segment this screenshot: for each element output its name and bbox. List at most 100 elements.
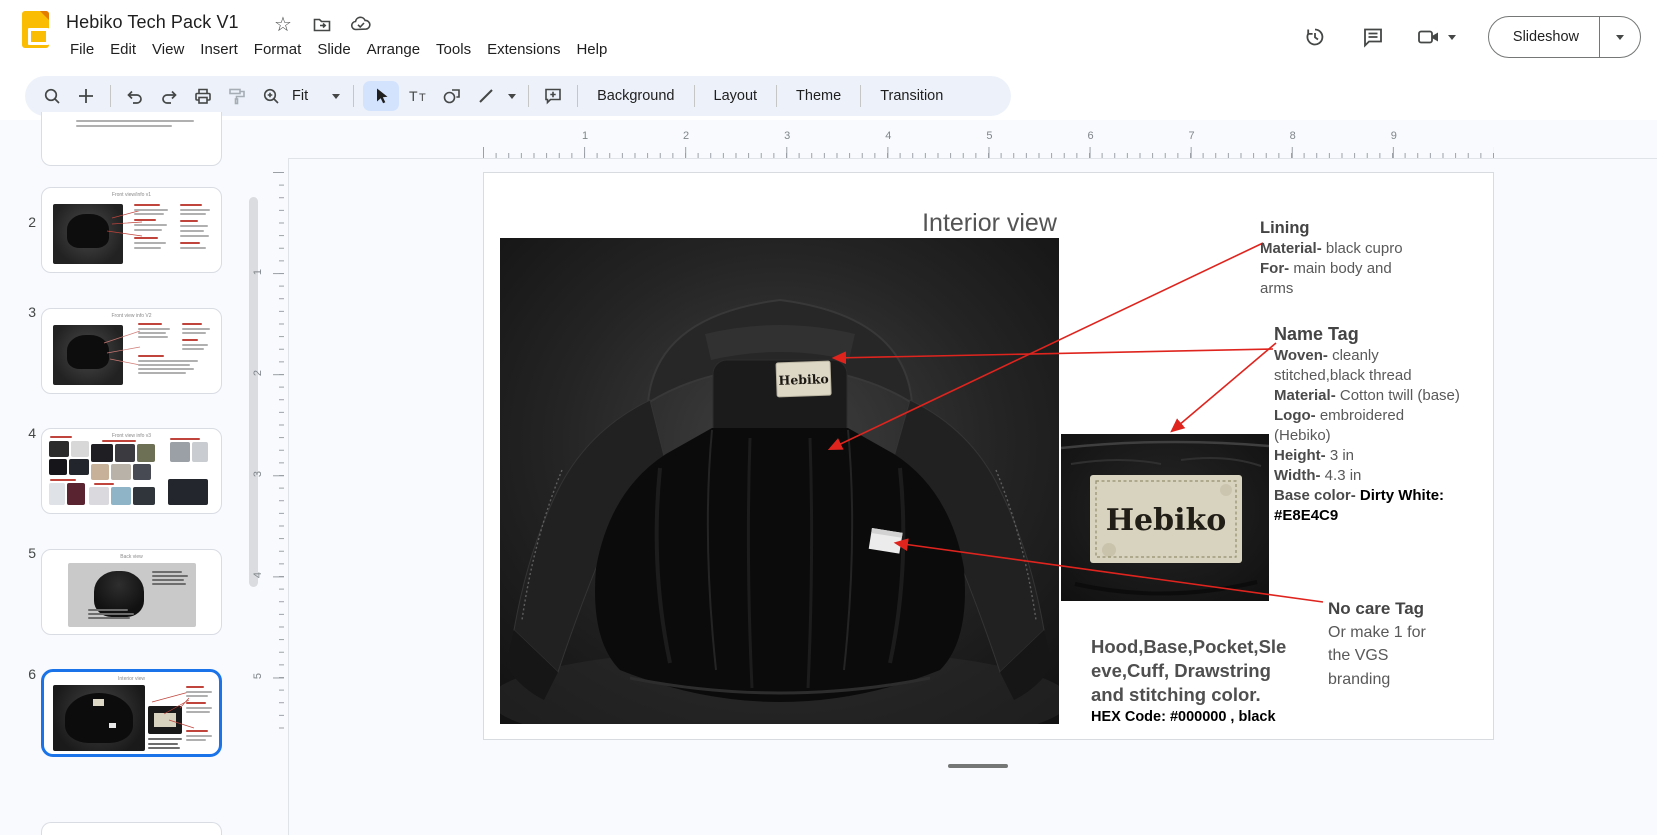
text-line: #E8E4C9 — [1274, 506, 1492, 526]
text-segment: Dirty White: — [1356, 487, 1444, 504]
text-line: eve,Cuff, Drawstring — [1091, 659, 1321, 683]
line-tool[interactable] — [471, 81, 501, 111]
menu-item[interactable]: Arrange — [359, 37, 428, 62]
zoom-select[interactable]: Fit — [288, 88, 346, 104]
text-segment: Logo- — [1274, 407, 1316, 424]
annotation-heading: Name Tag — [1274, 322, 1492, 346]
thumbnail-title: Front view info V2 — [42, 313, 221, 319]
ruler-tick-label: 1 — [579, 130, 591, 142]
thumbnail-number: 2 — [14, 214, 36, 230]
zoom-icon[interactable] — [256, 81, 286, 111]
shape-tool[interactable] — [437, 81, 467, 111]
vertical-ruler-numbers: 12345 — [255, 172, 269, 740]
name-tag-annotation[interactable]: Name Tag Woven- cleanlystitched,black th… — [1274, 322, 1492, 526]
annotation-heading: Lining — [1260, 217, 1430, 239]
star-icon[interactable]: ☆ — [272, 13, 294, 35]
slideshow-options-caret[interactable] — [1599, 16, 1640, 58]
paint-format-icon[interactable] — [222, 81, 252, 111]
color-note-annotation[interactable]: Hood,Base,Pocket,Sleeve,Cuff, Drawstring… — [1091, 635, 1321, 728]
slide-thumbnail-1-partial[interactable] — [41, 112, 222, 166]
thumbnail-title: Back view — [42, 554, 221, 560]
menu-item[interactable]: Format — [246, 37, 310, 62]
comments-icon[interactable] — [1360, 24, 1386, 50]
menu-item[interactable]: Slide — [309, 37, 358, 62]
slide-thumbnail-5[interactable]: Back view — [41, 549, 222, 635]
text-segment: Base color- — [1274, 487, 1356, 504]
lining-annotation[interactable]: Lining Material- black cuproFor- main bo… — [1260, 217, 1430, 299]
new-slide-button[interactable] — [71, 81, 101, 111]
text-segment: Material- — [1274, 387, 1336, 404]
horizontal-ruler-numbers: 123456789 — [483, 130, 1494, 144]
arrow-name-tag — [834, 349, 1273, 358]
slide-thumbnail-3[interactable]: Front view info V2 — [41, 308, 222, 394]
move-folder-icon[interactable] — [311, 13, 333, 35]
ruler-tick-label: 4 — [252, 572, 264, 578]
menu-item[interactable]: Insert — [192, 37, 246, 62]
thumbnail-number: 5 — [14, 545, 36, 561]
text-segment: the VGS — [1328, 647, 1388, 664]
transition-button[interactable]: Transition — [868, 88, 955, 104]
ruler-tick-label: 4 — [882, 130, 894, 142]
background-button[interactable]: Background — [585, 88, 686, 104]
select-tool[interactable] — [363, 81, 399, 111]
text-line: branding — [1328, 668, 1478, 692]
text-segment: For- — [1260, 260, 1289, 277]
ruler-tick-label: 3 — [781, 130, 793, 142]
slideshow-button[interactable]: Slideshow — [1488, 16, 1641, 58]
meet-dropdown-caret[interactable] — [1442, 24, 1462, 50]
menu-item[interactable]: Extensions — [479, 37, 568, 62]
thumbnail-number: 6 — [14, 666, 36, 682]
slideshow-label: Slideshow — [1489, 29, 1599, 45]
search-menus-icon[interactable] — [37, 81, 67, 111]
layout-button[interactable]: Layout — [702, 88, 770, 104]
text-line: arms — [1260, 279, 1430, 299]
version-history-icon[interactable] — [1302, 24, 1328, 50]
text-line: Width- 4.3 in — [1274, 466, 1492, 486]
text-line: and stitching color. — [1091, 683, 1321, 707]
arrow-no-care-tag — [896, 543, 1323, 602]
text-line: stitched,black thread — [1274, 366, 1492, 386]
ruler-tick-label: 2 — [252, 370, 264, 376]
menu-item[interactable]: Edit — [102, 37, 144, 62]
meet-camera-icon[interactable] — [1416, 24, 1442, 50]
menu-item[interactable]: File — [62, 37, 102, 62]
titlebar: Hebiko Tech Pack V1 ☆ FileEditViewInsert… — [0, 0, 1657, 66]
slides-logo-icon[interactable] — [22, 11, 49, 48]
text-segment: Material- — [1260, 240, 1322, 257]
document-title[interactable]: Hebiko Tech Pack V1 — [66, 12, 239, 33]
undo-button[interactable] — [120, 81, 150, 111]
text-line: Material- Cotton twill (base) — [1274, 386, 1492, 406]
text-line: Woven- cleanly — [1274, 346, 1492, 366]
speaker-notes-grip[interactable] — [948, 764, 1008, 768]
slide-thumbnail-7-partial[interactable] — [41, 822, 222, 835]
arrow-closeup — [1172, 343, 1276, 431]
text-segment: and stitching color. — [1091, 684, 1261, 705]
zoom-value: Fit — [292, 88, 308, 104]
slide-thumbnail-4[interactable]: Front view info v3 — [41, 428, 222, 514]
ruler-tick-label: 6 — [1085, 130, 1097, 142]
ruler-tick-label: 2 — [680, 130, 692, 142]
menu-item[interactable]: Tools — [428, 37, 479, 62]
slide-canvas[interactable]: Interior view — [483, 172, 1494, 740]
svg-text:T: T — [409, 88, 418, 104]
ruler-tick-label: 9 — [1388, 130, 1400, 142]
menu-item[interactable]: Help — [568, 37, 615, 62]
cloud-saved-icon[interactable] — [350, 13, 372, 35]
text-line: HEX Code: #000000 , black — [1091, 707, 1321, 728]
vertical-ruler — [272, 172, 284, 740]
no-care-tag-annotation[interactable]: No care Tag Or make 1 forthe VGSbranding — [1328, 597, 1478, 691]
print-button[interactable] — [188, 81, 218, 111]
annotation-heading: No care Tag — [1328, 597, 1478, 621]
thumbnail-title: Front view/info v1 — [42, 192, 221, 198]
theme-button[interactable]: Theme — [784, 88, 853, 104]
menu-item[interactable]: View — [144, 37, 192, 62]
insert-comment-icon[interactable] — [538, 81, 568, 111]
textbox-tool[interactable]: TT — [403, 81, 433, 111]
slide-thumbnail-6-selected[interactable]: Interior view — [41, 669, 222, 757]
line-tool-caret[interactable] — [505, 81, 519, 111]
redo-button[interactable] — [154, 81, 184, 111]
text-line: Height- 3 in — [1274, 446, 1492, 466]
thumbnail-number: 3 — [14, 304, 36, 320]
slide-thumbnail-2[interactable]: Front view/info v1 — [41, 187, 222, 273]
menubar: FileEditViewInsertFormatSlideArrangeTool… — [62, 37, 615, 62]
